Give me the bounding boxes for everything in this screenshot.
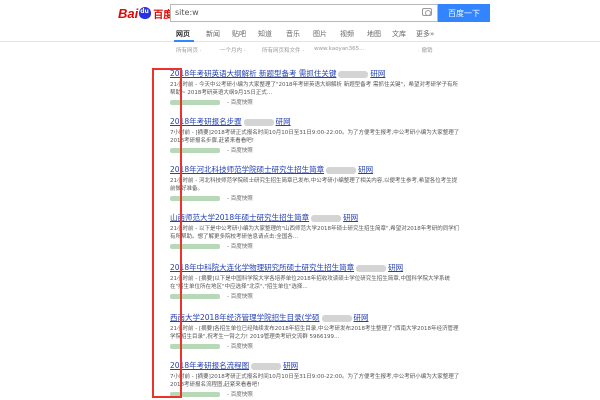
result-url[interactable]: - 百度快照 xyxy=(170,146,460,154)
redacted-blur xyxy=(311,214,342,222)
result-snippet: 21小时前 - [摘要]各招生单位已经陆续发布2018年招生目录,中公考研发布2… xyxy=(170,326,459,340)
result-url[interactable]: - 百度快照 xyxy=(170,390,460,398)
result-snippet: 21小时前 - 河北科技师范学院硕士研究生招生简章已发布,中公考研小编整理了相关… xyxy=(170,178,458,192)
result-url[interactable]: - 百度快照 xyxy=(170,242,460,250)
red-highlight-box xyxy=(152,68,182,398)
result-snippet: 21小时前 - 以下是中公考研小编为大家整理的"山西师范大学2018年硕士研究生… xyxy=(170,226,460,240)
result-title[interactable]: 西南大学2018年经济管理学院招生目录(学硕 研网 xyxy=(170,312,460,323)
active-tab-indicator xyxy=(174,40,194,42)
snapshot-link[interactable]: - 百度快照 xyxy=(227,148,253,154)
snapshot-link[interactable]: - 百度快照 xyxy=(227,196,253,202)
search-result: 西南大学2018年经济管理学院招生目录(学硕 研网 21小时前 - [摘要]各招生… xyxy=(170,312,460,350)
tab-video[interactable]: 视频 xyxy=(340,29,354,39)
snapshot-link[interactable]: - 百度快照 xyxy=(227,294,253,300)
search-result: 2018年中科院大连化学物理研究所硕士研究生招生简章 研网 21小时前 - [摘要… xyxy=(170,262,460,300)
tab-web[interactable]: 网页 xyxy=(176,29,190,39)
tab-more[interactable]: 更多» xyxy=(416,29,434,39)
snapshot-link[interactable]: - 百度快照 xyxy=(227,392,253,398)
tool-cancel[interactable]: · 撤销 xyxy=(418,46,433,54)
tab-images[interactable]: 图片 xyxy=(313,29,327,39)
result-snippet: 21小时前 - [摘要]以下是中国科学院大学各培养单位2018年招收攻读硕士学位… xyxy=(170,276,451,290)
redacted-blur xyxy=(326,166,357,174)
tool-all-pages[interactable]: 所有网页 · xyxy=(176,46,202,54)
search-button[interactable]: 百度一下 xyxy=(438,4,490,22)
tab-wenku[interactable]: 文库 xyxy=(392,29,406,39)
redacted-blur xyxy=(251,362,282,370)
tool-time-range[interactable]: 一个月内 · xyxy=(220,46,246,54)
result-title[interactable]: 山西师范大学2018年硕士研究生招生简章 研网 xyxy=(170,212,460,223)
search-result: 2018年河北科技师范学院硕士研究生招生简章 研网 21小时前 - 河北科技师范学… xyxy=(170,164,460,202)
redacted-blur xyxy=(356,264,387,272)
tab-news[interactable]: 新闻 xyxy=(206,29,220,39)
tab-zhidao[interactable]: 知道 xyxy=(258,29,272,39)
result-url[interactable]: - 百度快照 xyxy=(170,342,460,350)
search-result: 山西师范大学2018年硕士研究生招生简章 研网 21小时前 - 以下是中公考研小编… xyxy=(170,212,460,250)
right-fade-overlay xyxy=(455,60,600,400)
result-title[interactable]: 2018年考研报名步骤 研网 xyxy=(170,116,460,127)
result-snippet: 7小时前 - [摘要]2018考研正式报名时间10月10日至31日9:00-22… xyxy=(170,130,460,144)
search-result: 2018年考研报名流程图 研网 7小时前 - [摘要]2018考研正式报名时间10… xyxy=(170,360,460,398)
tool-site[interactable]: www.kaoyan365... xyxy=(314,46,364,52)
redacted-blur xyxy=(338,70,369,78)
result-title[interactable]: 2018年中科院大连化学物理研究所硕士研究生招生简章 研网 xyxy=(170,262,460,273)
tab-tieba[interactable]: 贴吧 xyxy=(232,29,246,39)
search-result: 2018年考研报名步骤 研网 7小时前 - [摘要]2018考研正式报名时间10月… xyxy=(170,116,460,154)
tool-filetype[interactable]: 所有网页和文件 · xyxy=(262,46,304,54)
snapshot-link[interactable]: - 百度快照 xyxy=(227,100,253,106)
result-url[interactable]: - 百度快照 xyxy=(170,194,460,202)
result-snippet: 7小时前 - [摘要]2018考研正式报名时间10月10日至31日9:00-22… xyxy=(170,374,460,388)
redacted-blur xyxy=(243,118,274,126)
result-snippet: 21小时前 - 今天中公考研小编为大家整理了"2018年考研英语大纲解析 新题型… xyxy=(170,82,459,96)
logo-text-left: Bai xyxy=(118,5,139,21)
paw-icon xyxy=(139,7,152,19)
baidu-logo[interactable]: Bai 百度 xyxy=(118,5,173,21)
result-url[interactable]: - 百度快照 xyxy=(170,98,460,106)
search-tools: 所有网页 · 一个月内 · 所有网页和文件 · www.kaoyan365...… xyxy=(0,46,600,60)
result-title[interactable]: 2018年考研报名流程图 研网 xyxy=(170,360,460,371)
result-title[interactable]: 2018年河北科技师范学院硕士研究生招生简章 研网 xyxy=(170,164,460,175)
result-title[interactable]: 2018年考研英语大纲解析 新题型备考 需抓住关键 研网 xyxy=(170,68,460,79)
tab-music[interactable]: 音乐 xyxy=(286,29,300,39)
result-url[interactable]: - 百度快照 xyxy=(170,292,460,300)
tab-bar: 网页 新闻 贴吧 知道 音乐 图片 视频 地图 文库 更多» xyxy=(0,26,600,42)
search-result: 2018年考研英语大纲解析 新题型备考 需抓住关键 研网 21小时前 - 今天中公… xyxy=(170,68,460,106)
snapshot-link[interactable]: - 百度快照 xyxy=(227,344,253,350)
search-input[interactable]: site:w xyxy=(170,4,438,22)
snapshot-link[interactable]: - 百度快照 xyxy=(227,244,253,250)
redacted-blur xyxy=(321,314,352,322)
header: Bai 百度 site:w 百度一下 xyxy=(0,0,600,26)
tab-map[interactable]: 地图 xyxy=(367,29,381,39)
camera-icon[interactable] xyxy=(422,8,432,16)
